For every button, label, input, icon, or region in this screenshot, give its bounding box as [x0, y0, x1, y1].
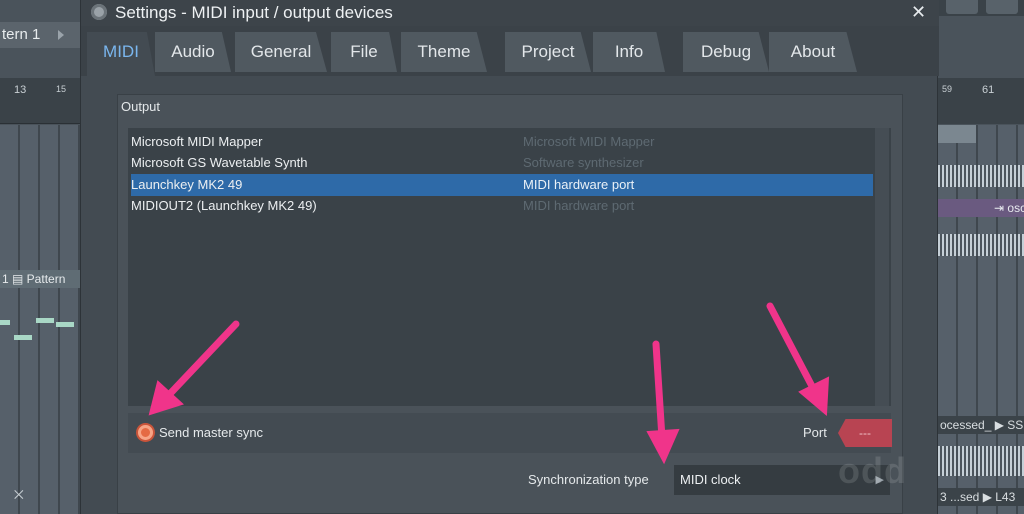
arrow-to-master-sync-icon [148, 320, 240, 416]
annotation-arrows [148, 302, 830, 465]
screen: tern 1 13 15 1 ▤ Pattern ⨉ 59 61 ⇥ osc o… [0, 0, 1024, 514]
arrow-to-port-icon [766, 302, 830, 417]
arrow-to-sync-type-icon [646, 340, 680, 465]
